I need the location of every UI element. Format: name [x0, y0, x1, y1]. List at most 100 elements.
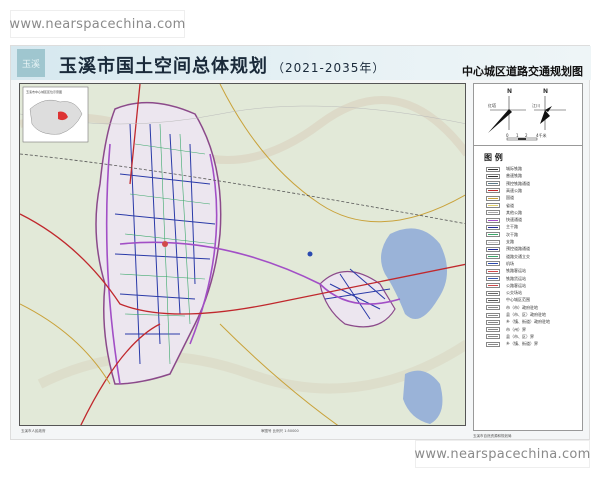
legend-item: 铁路客运站 — [486, 268, 526, 274]
legend-item: 中心城区范围 — [486, 297, 530, 303]
north-label-right: N — [543, 88, 549, 95]
legend-item: 省道 — [486, 203, 514, 209]
legend-swatch-icon — [486, 166, 500, 172]
legend-item: 铁路货运站 — [486, 276, 526, 282]
legend-label: 普速铁路 — [506, 173, 522, 179]
map-sheet: 玉溪 玉溪市国土空间总体规划 （2021-2035年） 中心城区道路交通规划图 玉… — [10, 45, 591, 440]
legend-label: 县（市、区）政府驻地 — [506, 312, 546, 317]
legend-swatch-icon — [486, 188, 500, 194]
legend-swatch-icon — [486, 254, 500, 260]
logo: 玉溪 — [17, 49, 45, 77]
footer-left: 玉溪市人民政府 — [21, 429, 46, 433]
legend-label: 支路 — [506, 239, 514, 244]
legend-swatch-icon — [486, 283, 500, 289]
legend-item: 支路 — [486, 239, 514, 245]
legend-item: 县（市、区）政府驻地 — [486, 312, 546, 318]
map-subtitle: 中心城区道路交通规划图 — [462, 65, 583, 78]
legend-swatch-icon — [486, 239, 500, 245]
legend-title: 图 例 — [484, 153, 503, 162]
legend-swatch-icon — [486, 181, 500, 187]
legend-label: 快速通道 — [506, 217, 522, 223]
legend-item: 道路交通立交 — [486, 254, 530, 260]
scale-label: 1 — [516, 133, 519, 138]
footer-right: 玉溪市自然资源和规划局 — [473, 434, 512, 438]
scale-label: 0 — [506, 133, 509, 138]
legend-item: 国道 — [486, 195, 514, 201]
legend-label: 铁路客运站 — [506, 268, 526, 274]
station-icon — [162, 241, 168, 247]
footer-middle: 审图号 比例尺 1:50000 — [261, 429, 299, 433]
legend-label: 省道 — [506, 202, 514, 208]
compass-right-label: 江川 — [532, 103, 540, 108]
legend-label: 预控铁路通道 — [506, 180, 530, 186]
compass-box: N N 红塔 江川 0 1 2 4千米 — [474, 84, 582, 146]
legend-label: 高速公路 — [506, 187, 522, 193]
legend-label: 其他公路 — [506, 209, 522, 215]
legend-item: 预控道路通道 — [486, 246, 530, 252]
legend-label: 中心城区范围 — [506, 297, 530, 303]
legend-label: 公路客运站 — [506, 282, 526, 288]
legend-swatch-icon — [486, 341, 500, 347]
legend-swatch-icon — [486, 217, 500, 223]
legend-label: 次干路 — [506, 231, 518, 237]
legend-item: 次干路 — [486, 232, 518, 238]
legend-label: 市（市）政府驻地 — [506, 304, 538, 310]
legend-label: 铁路货运站 — [506, 275, 526, 281]
legend-swatch-icon — [486, 305, 500, 311]
legend-swatch-icon — [486, 232, 500, 238]
legend-label: 市（州）界 — [506, 326, 526, 332]
legend-label: 机场 — [506, 260, 514, 266]
watermark-bottom: www.nearspacechina.com — [414, 440, 590, 468]
scale-label: 2 — [525, 133, 528, 138]
legend-swatch-icon — [486, 210, 500, 216]
legend-swatch-icon — [486, 276, 500, 281]
title-bar: 玉溪 玉溪市国土空间总体规划 （2021-2035年） 中心城区道路交通规划图 — [11, 46, 591, 80]
inset-title: 玉溪市中心城区区位示意图 — [26, 89, 62, 94]
legend-label: 主干路 — [506, 224, 518, 230]
legend-item: 乡（镇、街道）政府驻地 — [486, 319, 550, 325]
title-years: （2021-2035年） — [272, 61, 386, 75]
legend-label: 预控道路通道 — [506, 246, 530, 252]
legend-item: 预控铁路通道 — [486, 181, 530, 187]
legend-swatch-icon — [486, 334, 500, 340]
legend-item: 公路客运站 — [486, 283, 526, 289]
legend-swatch-icon — [486, 195, 500, 201]
legend-item: 机场 — [486, 261, 514, 267]
title-text: 玉溪市国土空间总体规划 — [59, 56, 268, 77]
legend-label: 公交场站 — [506, 290, 522, 296]
legend-label: 乡（镇、街道）界 — [506, 341, 538, 347]
map-drawing: 玉溪市中心城区区位示意图 — [20, 84, 465, 425]
compass-left-label: 红塔 — [488, 103, 496, 108]
legend-swatch-icon — [486, 173, 500, 179]
legend-swatch-icon — [486, 203, 500, 208]
legend-label: 国道 — [506, 195, 514, 201]
legend-swatch-icon — [486, 290, 500, 296]
legend-label: 县（市、区）界 — [506, 333, 534, 339]
legend-swatch-icon — [486, 327, 500, 333]
airport-icon — [307, 251, 313, 257]
legend-swatch-icon — [486, 319, 500, 325]
legend-swatch-icon — [486, 297, 500, 303]
legend-item: 主干路 — [486, 224, 518, 230]
scale-label: 4千米 — [536, 133, 547, 138]
legend-item: 城际铁路 — [486, 166, 522, 172]
legend-swatch-icon — [486, 246, 500, 252]
legend-item: 高速公路 — [486, 188, 522, 194]
legend-swatch-icon — [486, 261, 500, 267]
legend-item: 市（州）界 — [486, 327, 526, 333]
legend-label: 城际铁路 — [506, 166, 522, 171]
page-title: 玉溪市国土空间总体规划 （2021-2035年） — [59, 52, 385, 78]
legend-item: 县（市、区）界 — [486, 334, 534, 340]
legend-swatch-icon — [486, 268, 500, 274]
legend-label: 乡（镇、街道）政府驻地 — [506, 319, 550, 325]
legend-swatch-icon — [486, 224, 500, 230]
compass-rose-icon — [488, 96, 566, 141]
map-canvas[interactable]: 玉溪市中心城区区位示意图 — [19, 83, 466, 426]
legend-item: 其他公路 — [486, 210, 522, 216]
north-label-left: N — [507, 88, 513, 95]
legend-swatch-icon — [486, 312, 500, 318]
legend-item: 公交场站 — [486, 290, 522, 296]
legend-panel: N N 红塔 江川 0 1 2 4千米 图 例 城际铁路普速铁路 预控铁路通道 高速… — [473, 83, 583, 431]
watermark-top: www.nearspacechina.com — [9, 10, 185, 38]
legend-label: 道路交通立交 — [506, 253, 530, 259]
